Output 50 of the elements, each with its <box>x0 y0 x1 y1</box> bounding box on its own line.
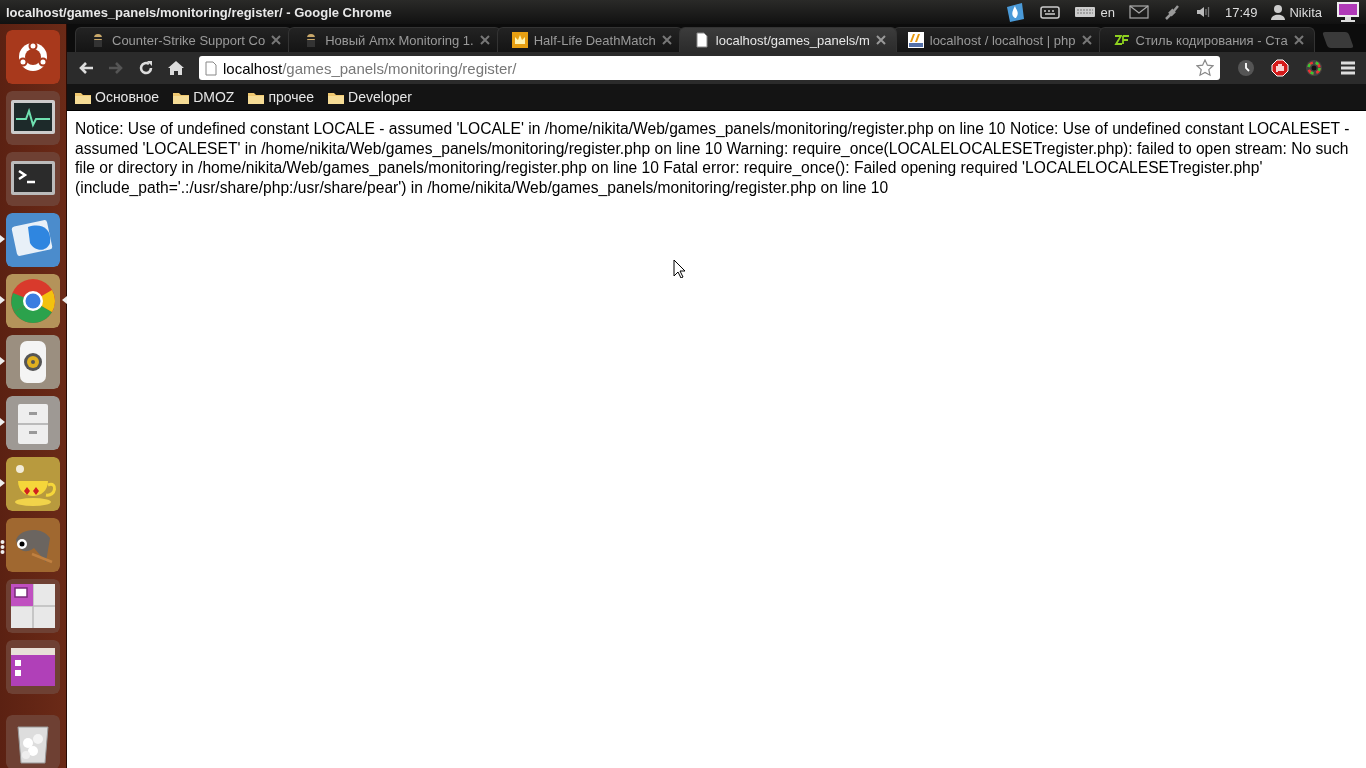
speaker-icon[interactable] <box>6 335 60 389</box>
star-icon[interactable] <box>1196 59 1214 77</box>
menu-icon[interactable] <box>1339 59 1357 77</box>
flame-icon[interactable] <box>1004 1 1027 23</box>
bookmark-folder[interactable]: прочее <box>248 89 315 105</box>
window-title: localhost/games_panels/monitoring/register/ - Google Chrome <box>6 4 393 20</box>
color-wheel-icon[interactable] <box>1305 59 1323 77</box>
page-icon <box>693 32 710 48</box>
terminal-icon[interactable] <box>6 152 60 206</box>
home-icon[interactable] <box>167 59 185 77</box>
window-icon[interactable] <box>6 640 60 694</box>
bookmark-folder[interactable]: DMOZ <box>173 89 235 105</box>
close-icon[interactable] <box>271 35 282 45</box>
trash-icon[interactable] <box>6 715 60 768</box>
keyboard-layout[interactable]: en <box>1100 4 1115 20</box>
system-monitor-icon[interactable] <box>6 91 60 145</box>
browser-tab[interactable]: Стиль кодирования - Ста <box>1098 27 1315 52</box>
user-name[interactable]: Nikita <box>1289 4 1322 20</box>
volume-icon[interactable] <box>1194 4 1211 20</box>
folder-icon <box>248 90 265 104</box>
page-icon <box>205 60 217 76</box>
close-icon[interactable] <box>1081 35 1092 45</box>
bookmark-folder[interactable]: Основное <box>75 89 160 105</box>
browser-tab[interactable]: localhost/games_panels/m <box>678 27 897 52</box>
crown-icon <box>511 32 528 48</box>
close-icon[interactable] <box>875 35 886 45</box>
address-bar[interactable]: localhost/games_panels/monitoring/register/ <box>199 56 1220 80</box>
close-icon[interactable] <box>661 35 672 45</box>
bookmark-folder[interactable]: Developer <box>328 89 412 105</box>
workspace-switcher-icon[interactable] <box>6 579 60 633</box>
close-icon[interactable] <box>1293 35 1304 45</box>
keyboard-icon[interactable] <box>1074 6 1097 18</box>
error-message: Notice: Use of undefined constant LOCALE - assumed 'LOCALE' in /home/nikita/Web/games_panels/monitoring/register.php on line 10 Notice: Use of undefined constant LOCALESET - assumed 'LOCALESET' in /home/nikita/Web/games_panels/monitoring/register.php on line 10 Warning: require_once(LOCALELOCALESETregister.php): failed to open stream: No such file or directory in /home/nikita/Web/games_panels/monitoring/register.php on line 10 Fatal error: require_once(): Failed opening required 'LOCALELOCALESETregister.php' (include_path='.:/usr/share/php:/usr/share/pear') in /home/nikita/Web/games_panels/monitoring/register.php on line 10 <box>75 119 1351 197</box>
folder-icon <box>75 90 91 104</box>
chrome-icon[interactable] <box>6 274 60 328</box>
clock[interactable]: 17:49 <box>1224 4 1258 20</box>
stop-hand-icon[interactable] <box>1271 59 1289 77</box>
reload-icon[interactable] <box>137 59 155 77</box>
folder-icon <box>173 90 190 104</box>
folder-icon <box>328 90 345 104</box>
logo-icon <box>907 32 924 48</box>
clock-icon[interactable] <box>1237 59 1255 77</box>
monitor-icon[interactable] <box>1336 1 1360 23</box>
user-icon <box>1271 4 1286 20</box>
keyboard-icon[interactable] <box>1040 4 1061 20</box>
ubuntu-icon[interactable] <box>6 30 60 84</box>
close-icon[interactable] <box>479 35 490 45</box>
logo-icon <box>1113 32 1130 48</box>
mouse-cursor-icon <box>673 259 685 278</box>
mail-icon[interactable] <box>1128 5 1149 19</box>
